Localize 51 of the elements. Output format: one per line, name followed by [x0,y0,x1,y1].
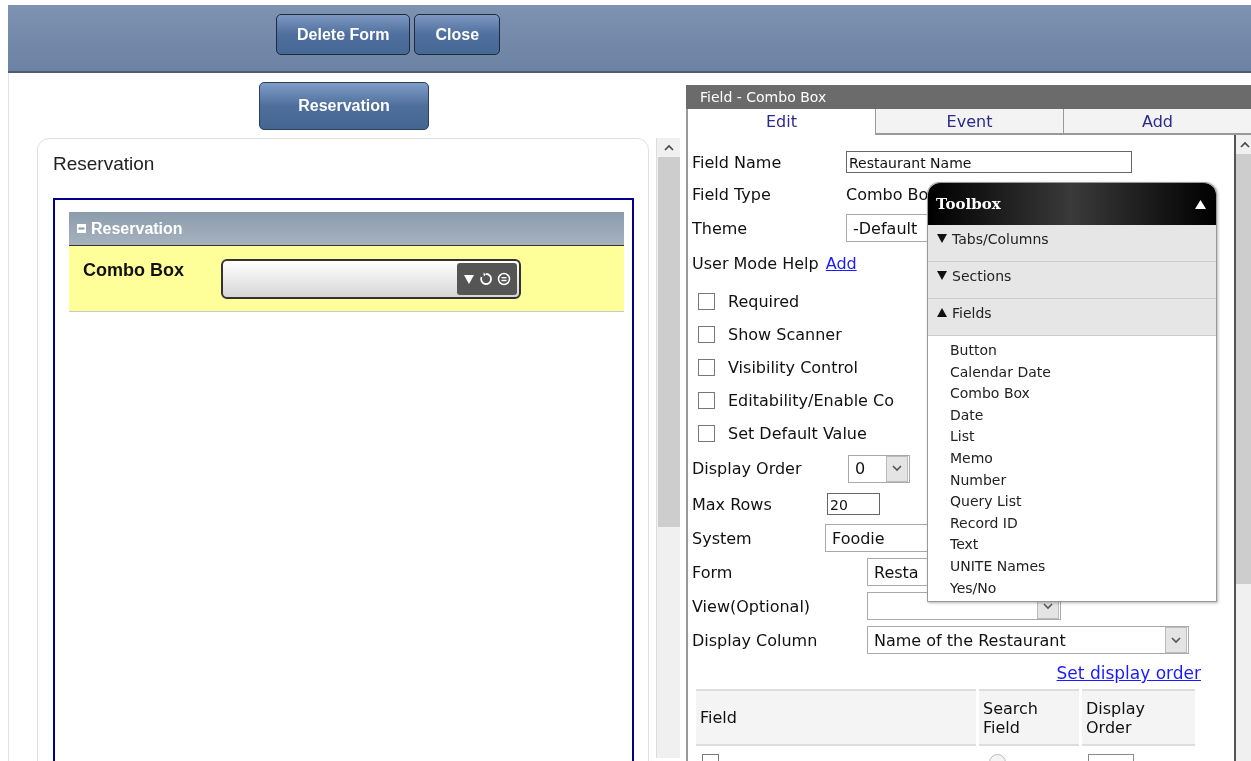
toolbox-item[interactable]: Calendar Date [950,361,1216,384]
toolbox-item[interactable]: Memo [950,447,1216,470]
field-label: Field Name [692,152,783,172]
field-label: View(Optional) [692,596,812,616]
checkbox-label: Show Scanner [728,325,842,344]
toolbox-item[interactable]: Date [950,404,1216,427]
tab[interactable]: Event [875,109,1063,135]
toolbox-item[interactable]: Button [950,340,1216,362]
checkbox-label: Set Default Value [728,424,867,443]
toolbox-group[interactable]: Tabs/Columns [928,225,1216,262]
toolbox-item[interactable]: Combo Box [950,383,1216,405]
tab[interactable]: Add [1063,109,1251,135]
set-display-order-link[interactable]: Set display order [1056,663,1201,683]
select-field[interactable]: 0 [848,454,910,483]
toolbox-item[interactable]: Query List [950,491,1216,513]
toolbox-header[interactable]: Toolbox [928,183,1216,225]
form-button[interactable]: Reservation [259,82,429,130]
card-title: Reservation [53,153,156,176]
checkbox-label: Editability/Enable Co [728,391,894,410]
toolbox-item[interactable]: Record ID [950,512,1216,535]
toolbox-item[interactable]: Text [950,534,1216,556]
field-label: Form [692,562,734,582]
select-field[interactable]: Name of the Restaurant [867,626,1189,654]
column-header: Display Order [1082,689,1195,746]
section-title: Reservation [91,219,183,238]
add-link[interactable]: Add [825,253,857,273]
field-label: System [692,528,753,548]
column-header: Search Field [979,689,1079,746]
field-label: Theme [692,218,749,238]
panel-title: Field - Combo Box [686,85,1251,109]
checkbox-label: Visibility Control [728,358,858,377]
toolbox-title: Toolbox [936,195,1001,213]
input-field[interactable]: Restaurant Name [846,151,1132,173]
header-button[interactable]: Delete Form [276,14,411,55]
field-label: User Mode Help [692,253,819,273]
field-label: Field Type [692,184,772,204]
checkbox-label: Required [728,292,800,311]
toolbox-item[interactable]: List [950,426,1216,448]
field-label: Max Rows [692,494,773,514]
toolbox-item[interactable]: Yes/No [950,577,1216,600]
field-value: Combo Bo [846,184,929,204]
toolbox-item[interactable]: UNITE Names [950,555,1216,578]
toolbox-group[interactable]: Fields [928,299,1216,336]
column-header: Field [696,689,976,746]
toolbox-item[interactable]: Number [950,469,1216,492]
toolbox-group[interactable]: Sections [928,262,1216,299]
input-field[interactable]: 20 [827,493,880,515]
field-label: Display Order [692,459,803,478]
field-label: Display Column [692,630,819,650]
header-button[interactable]: Close [414,14,501,55]
field-label: Combo Box [83,260,185,281]
